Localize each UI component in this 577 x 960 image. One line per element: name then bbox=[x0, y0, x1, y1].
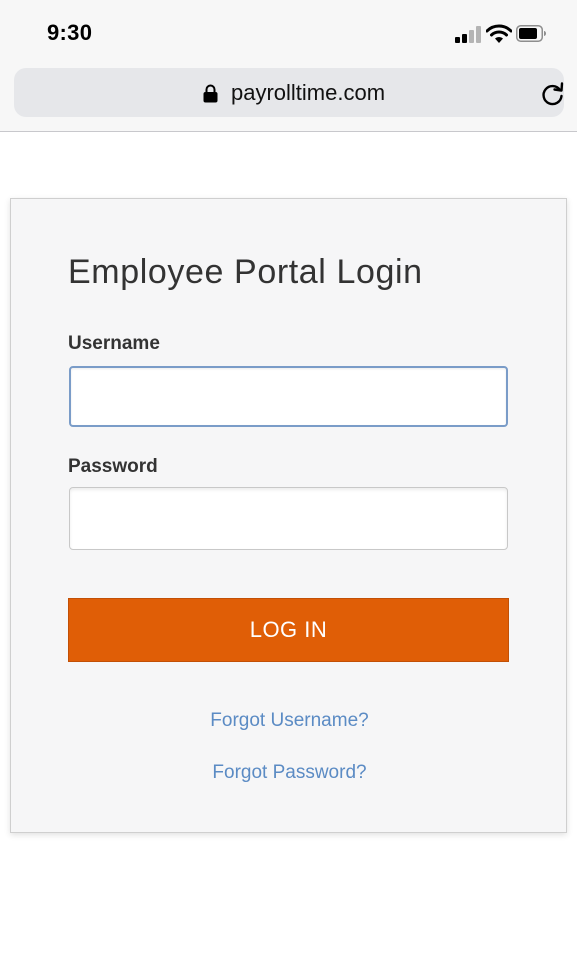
battery-icon bbox=[516, 25, 546, 42]
page-title: Employee Portal Login bbox=[68, 253, 423, 291]
password-input[interactable] bbox=[69, 487, 508, 550]
status-bar: 9:30 bbox=[0, 0, 577, 64]
forgot-password-link[interactable]: Forgot Password? bbox=[11, 762, 568, 784]
login-button[interactable]: LOG IN bbox=[68, 598, 509, 662]
login-card: Employee Portal Login Username Password … bbox=[10, 198, 567, 833]
username-input[interactable] bbox=[69, 366, 508, 427]
reload-icon[interactable] bbox=[540, 81, 566, 107]
url-text[interactable]: payrolltime.com bbox=[231, 80, 385, 106]
cellular-signal-icon bbox=[455, 25, 483, 43]
browser-toolbar: payrolltime.com bbox=[0, 64, 577, 132]
address-bar[interactable]: payrolltime.com bbox=[14, 68, 564, 117]
username-label: Username bbox=[68, 333, 160, 354]
status-time: 9:30 bbox=[47, 20, 93, 45]
password-label: Password bbox=[68, 456, 158, 477]
lock-icon bbox=[203, 84, 218, 103]
wifi-icon bbox=[486, 24, 512, 43]
forgot-username-link[interactable]: Forgot Username? bbox=[11, 710, 568, 732]
